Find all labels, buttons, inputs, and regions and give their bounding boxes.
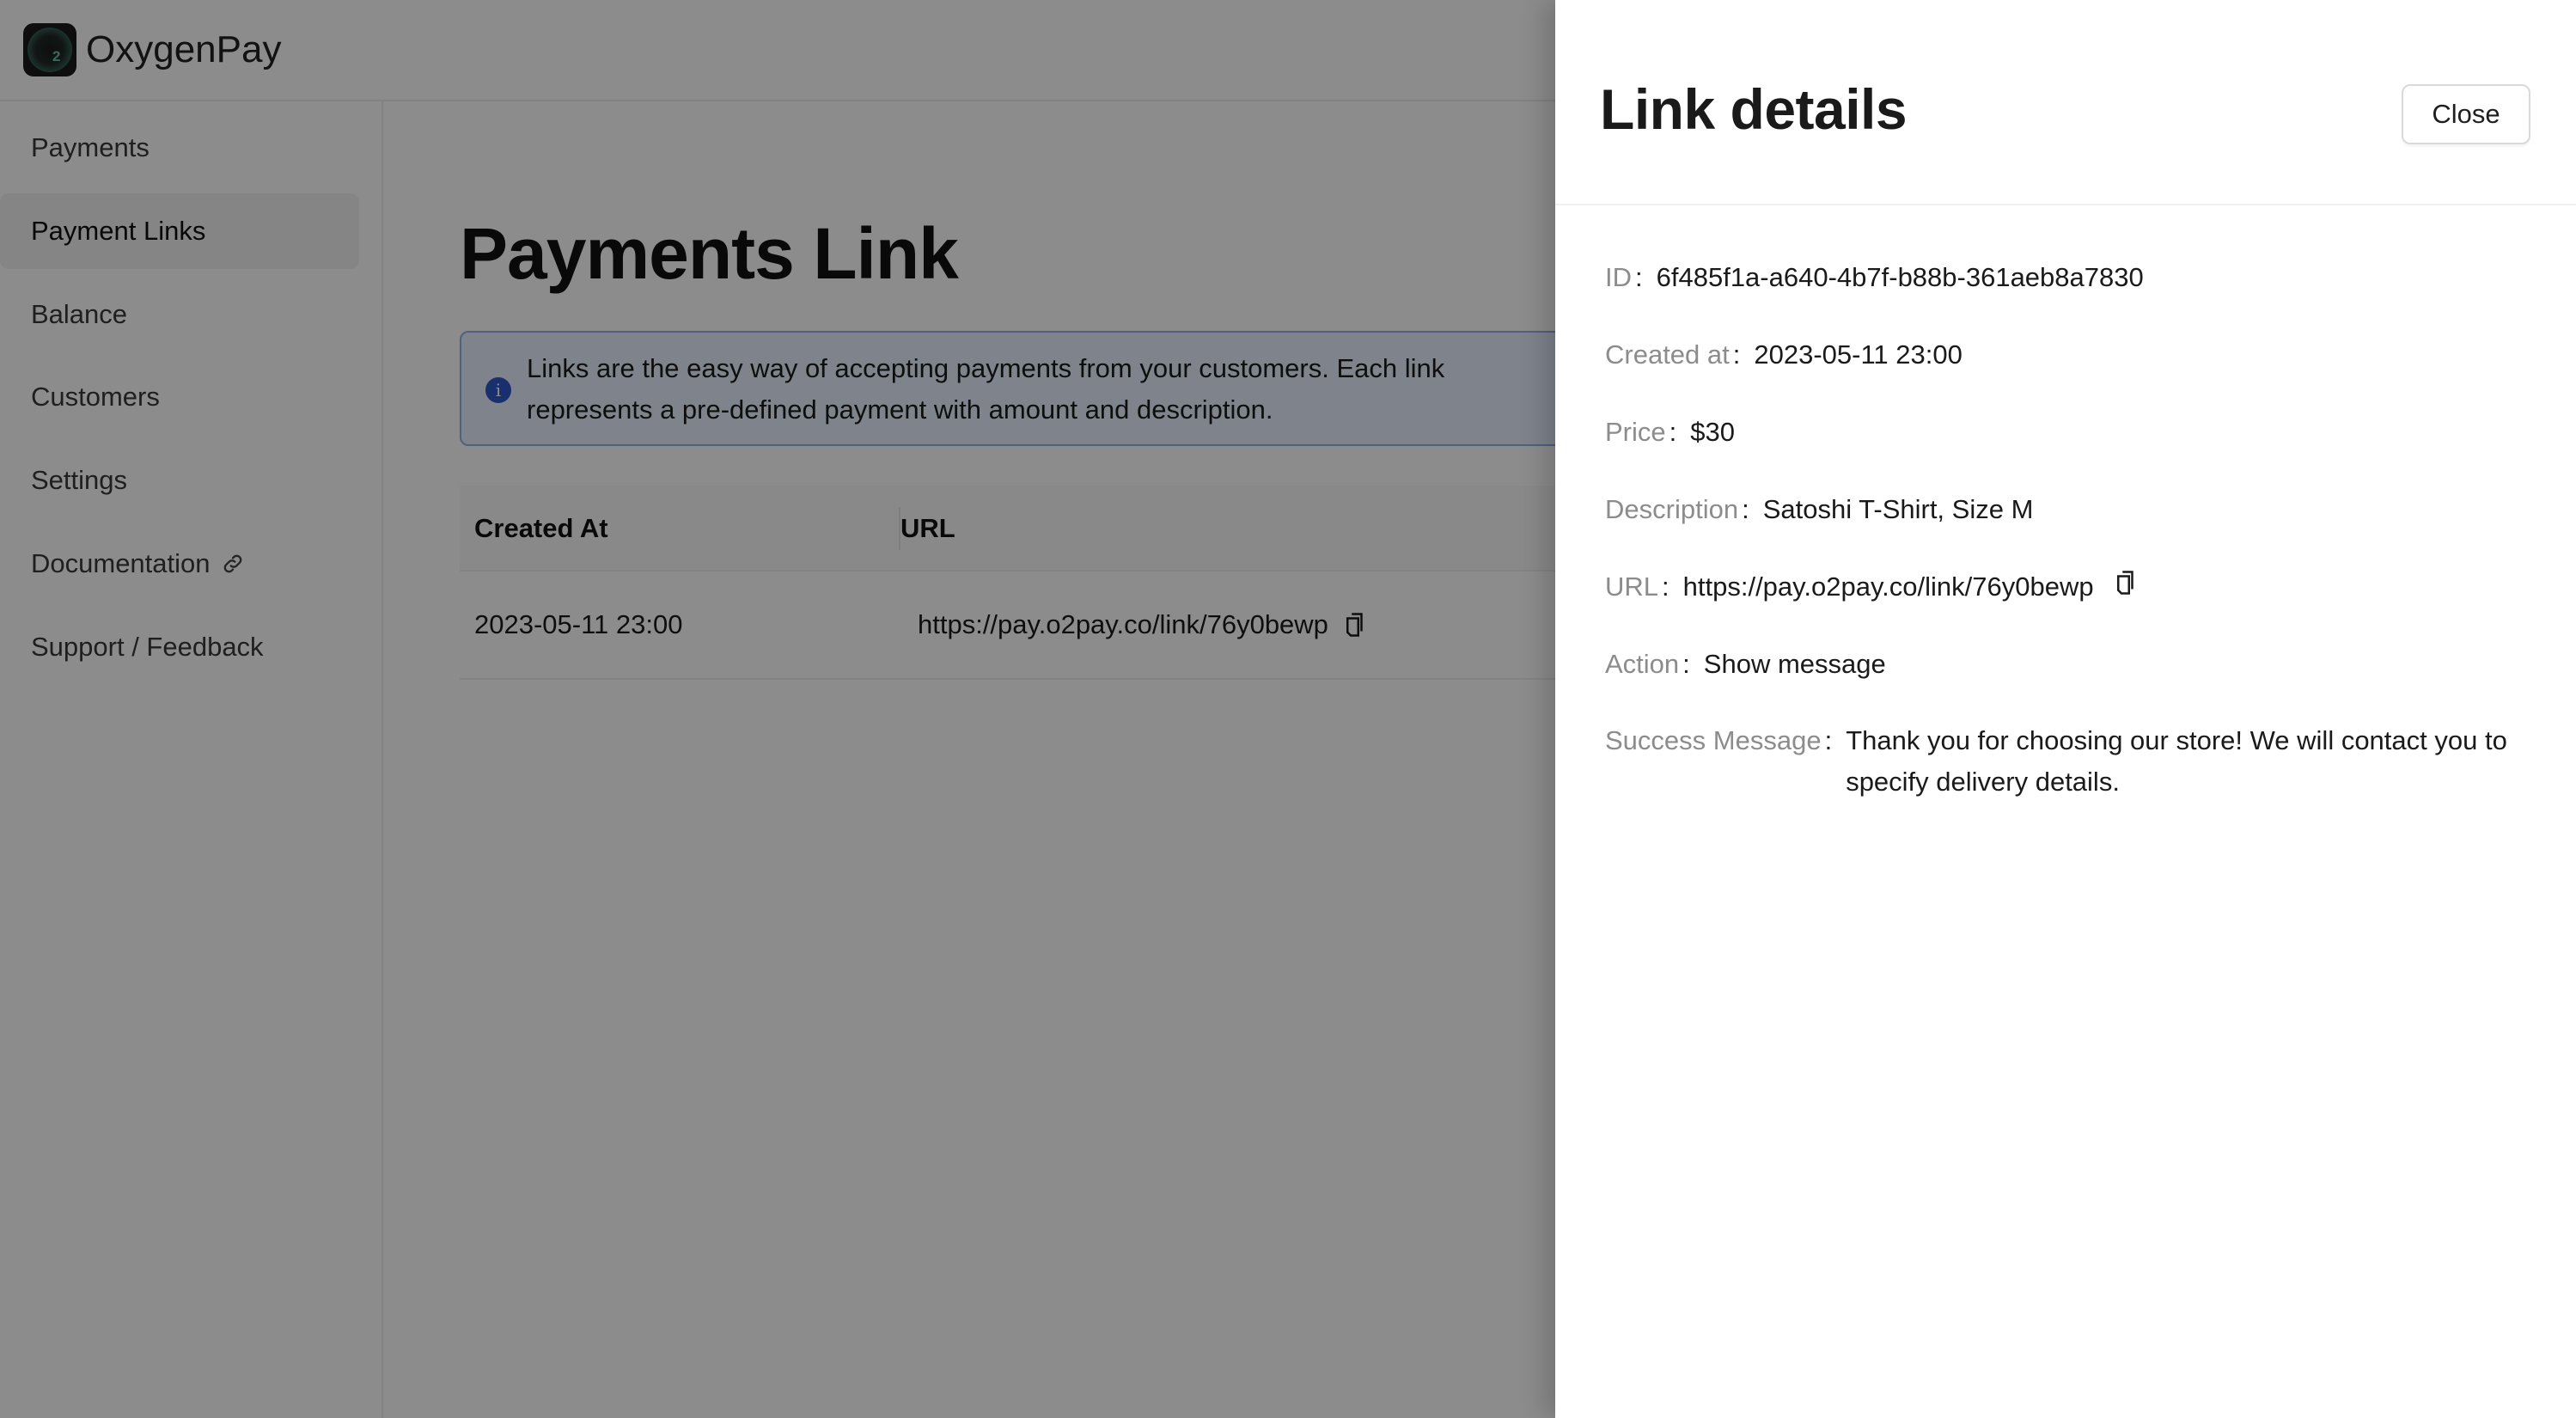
close-button[interactable]: Close xyxy=(2402,84,2530,144)
detail-value: Satoshi T-Shirt, Size M xyxy=(1762,494,2034,524)
detail-label: ID xyxy=(1605,262,1632,292)
detail-label: URL xyxy=(1605,571,1659,602)
detail-row-description: Description : Satoshi T-Shirt, Size M xyxy=(1605,489,2533,530)
detail-value: 2023-05-11 23:00 xyxy=(1754,339,1963,370)
detail-label: Created at xyxy=(1605,339,1730,370)
url-value[interactable]: https://pay.o2pay.co/link/76y0bewp xyxy=(1683,566,2094,608)
app-root: 2 OxygenPay Payments Payment Links Balan… xyxy=(0,0,2576,1418)
detail-colon: : xyxy=(1742,494,1749,524)
detail-row-url: URL : https://pay.o2pay.co/link/76y0bewp xyxy=(1605,566,2533,608)
detail-colon: : xyxy=(1682,649,1690,679)
detail-colon: : xyxy=(1635,262,1643,292)
detail-label: Price xyxy=(1605,417,1666,447)
detail-label: Action xyxy=(1605,649,1680,679)
link-details-drawer: Link details Close ID : 6f485f1a-a640-4b… xyxy=(1555,0,2576,1418)
detail-value: Thank you for choosing our store! We wil… xyxy=(1846,725,2507,797)
drawer-header: Link details Close xyxy=(1555,0,2576,205)
copy-icon[interactable] xyxy=(2115,570,2137,596)
detail-colon: : xyxy=(1824,725,1833,755)
detail-value-container: https://pay.o2pay.co/link/76y0bewp xyxy=(1683,566,2137,608)
detail-label: Description xyxy=(1605,494,1739,524)
drawer-title: Link details xyxy=(1600,77,1908,141)
detail-row-action: Action : Show message xyxy=(1605,644,2533,685)
detail-row-created-at: Created at : 2023-05-11 23:00 xyxy=(1605,334,2533,376)
detail-value: 6f485f1a-a640-4b7f-b88b-361aeb8a7830 xyxy=(1656,262,2144,292)
detail-label: Success Message xyxy=(1605,725,1822,755)
detail-row-success-message: Success Message : Thank you for choosing… xyxy=(1605,720,2533,803)
detail-colon: : xyxy=(1662,571,1670,602)
detail-value: Show message xyxy=(1703,649,1886,679)
detail-value: $30 xyxy=(1690,417,1735,447)
detail-row-id: ID : 6f485f1a-a640-4b7f-b88b-361aeb8a783… xyxy=(1605,257,2533,298)
detail-row-price: Price : $30 xyxy=(1605,412,2533,453)
detail-colon: : xyxy=(1669,417,1677,447)
detail-colon: : xyxy=(1732,339,1741,370)
